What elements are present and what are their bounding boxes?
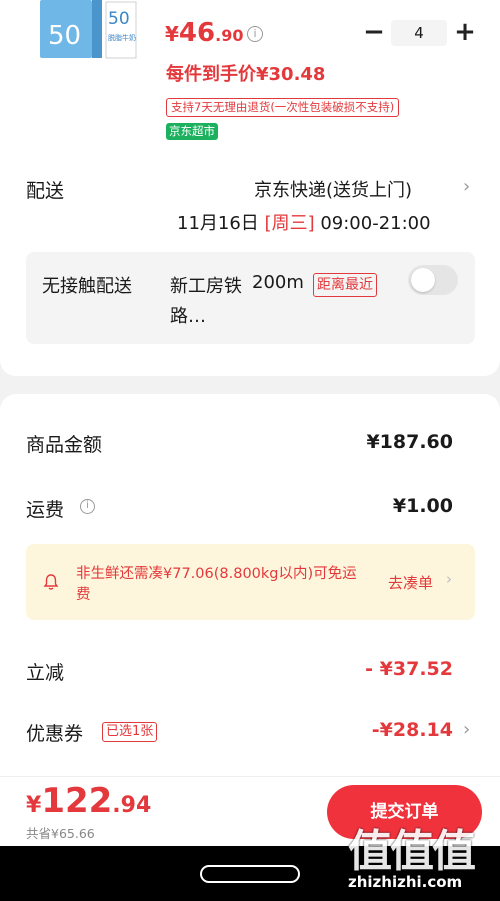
total-integer: 122 — [41, 781, 113, 821]
delivery-date: 11月16日 — [177, 213, 259, 234]
delivery-label: 配送 — [26, 180, 65, 202]
pickup-address: 新工房铁路… — [170, 276, 242, 327]
freight-label: 运费 — [26, 499, 65, 521]
chevron-right-icon[interactable]: › — [446, 570, 452, 588]
add-items-link[interactable]: 去凑单 — [388, 572, 433, 593]
quantity-input[interactable]: 4 — [391, 20, 447, 46]
bell-icon — [43, 574, 59, 590]
image-badge: 50 — [48, 21, 81, 51]
image-badge-small: 50 — [108, 9, 130, 29]
contactless-label: 无接触配送 — [42, 276, 132, 297]
price-decimal: .90 — [215, 26, 244, 45]
increase-quantity-button[interactable]: + — [452, 18, 478, 46]
price-symbol: ¥ — [165, 22, 179, 46]
discount-value: - ¥37.52 — [365, 658, 453, 680]
total-price: ¥122.94 — [26, 781, 151, 821]
free-shipping-notice: 非生鲜还需凑¥77.06(8.800kg以内)可免运费 去凑单 › — [26, 544, 475, 620]
delivery-time[interactable]: 11月16日 [周三] 09:00-21:00 — [177, 209, 431, 235]
toggle-knob — [411, 268, 435, 292]
decrease-quantity-button[interactable]: − — [362, 18, 386, 46]
total-symbol: ¥ — [26, 793, 42, 818]
product-delivery-card: 50 50 脱脂牛奶 ¥46.90 i − 4 + 每件到手价¥30.48 支持… — [0, 0, 500, 376]
return-policy-tag: 支持7天无理由退货(一次性包装破损不支持) — [166, 98, 400, 117]
product-image[interactable]: 50 50 脱脂牛奶 — [38, 0, 138, 62]
watermark-logo: 值值值 — [348, 826, 476, 877]
image-label: 脱脂牛奶 — [108, 33, 136, 42]
home-indicator[interactable] — [200, 865, 300, 883]
delivery-method[interactable]: 京东快递(送货上门) — [254, 176, 412, 202]
price-info-icon[interactable]: i — [247, 26, 263, 42]
freight-value: ¥1.00 — [392, 495, 453, 517]
total-decimal: .94 — [112, 793, 152, 818]
unit-price: 每件到手价¥30.48 — [166, 64, 326, 85]
coupon-label[interactable]: 优惠券 — [26, 719, 83, 746]
order-summary-card: 商品金额 ¥187.60 运费 i ¥1.00 非生鲜还需凑¥77.06(8.8… — [0, 394, 500, 794]
pickup-distance: 200m — [252, 272, 304, 293]
notice-text: 非生鲜还需凑¥77.06(8.800kg以内)可免运费 — [76, 566, 357, 603]
delivery-weekday: [周三] — [264, 213, 315, 234]
goods-amount-label: 商品金额 — [26, 434, 103, 456]
store-tag: 京东超市 — [166, 123, 218, 140]
coupon-selected-tag: 已选1张 — [102, 722, 158, 742]
coupon-value[interactable]: -¥28.14 — [372, 719, 453, 741]
freight-info-icon[interactable]: i — [80, 499, 95, 514]
chevron-right-icon[interactable]: › — [463, 176, 470, 197]
product-price: ¥46.90 — [165, 18, 243, 48]
contactless-delivery-panel: 无接触配送 新工房铁路… 200m 距离最近 — [26, 252, 475, 344]
nearest-tag: 距离最近 — [313, 273, 377, 297]
goods-amount-value: ¥187.60 — [366, 431, 453, 453]
site-watermark: 值值值 zhizhizhi.com — [348, 815, 498, 901]
watermark-url: zhizhizhi.com — [348, 873, 463, 891]
discount-label: 立减 — [26, 662, 65, 684]
contactless-toggle[interactable] — [408, 265, 458, 295]
price-integer: 46 — [178, 18, 216, 48]
chevron-right-icon[interactable]: › — [463, 719, 470, 740]
delivery-window: 09:00-21:00 — [320, 213, 431, 234]
total-saved: 共省¥65.66 — [26, 826, 95, 841]
